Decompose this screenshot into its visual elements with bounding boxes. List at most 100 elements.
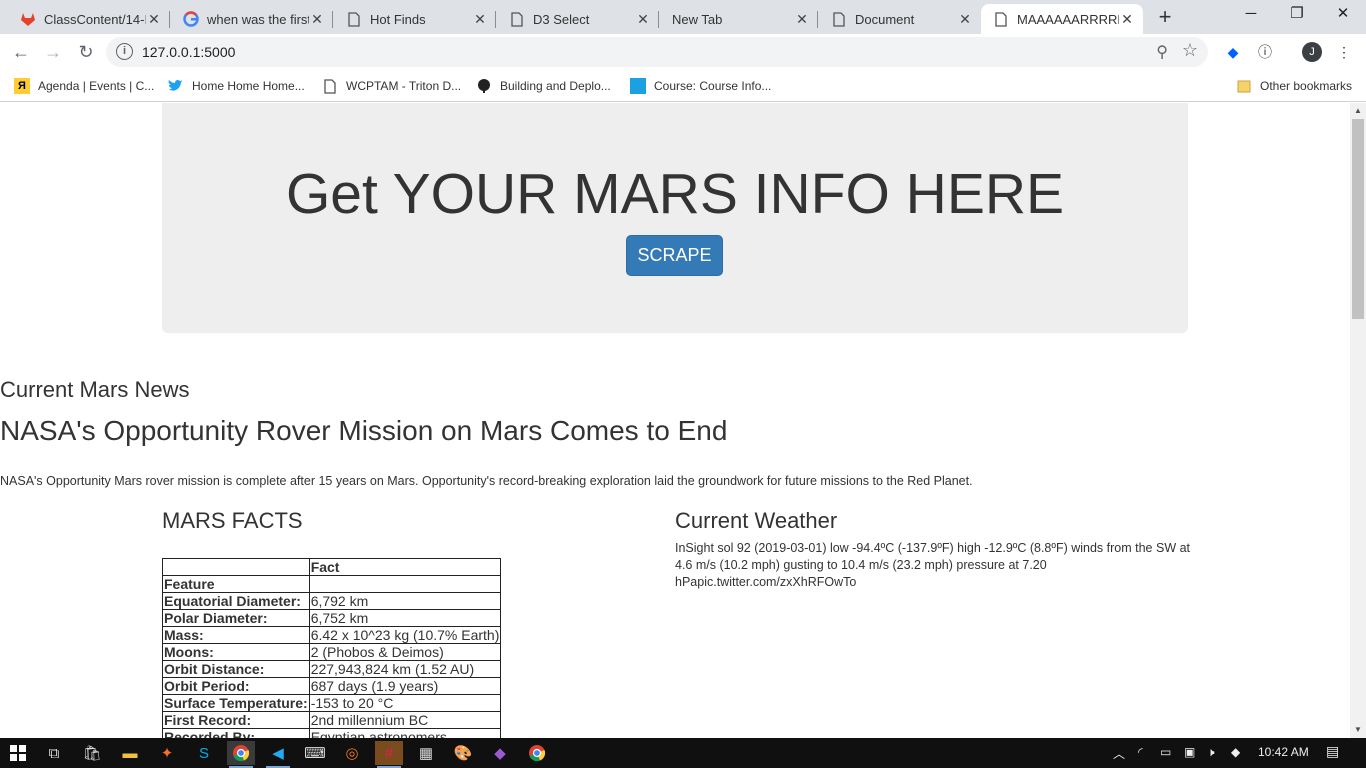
bookmark-label: Agenda | Events | C... bbox=[38, 79, 155, 93]
tab-new-tab[interactable]: New Tab ✕ bbox=[660, 4, 818, 34]
table-row: Polar Diameter: 6,752 km bbox=[162, 609, 502, 627]
window-close-icon[interactable]: ✕ bbox=[1320, 0, 1366, 30]
close-icon[interactable]: ✕ bbox=[309, 11, 325, 28]
gitlab-taskbar-icon[interactable]: ✦ bbox=[153, 741, 181, 765]
forward-icon[interactable]: → bbox=[41, 40, 65, 64]
close-icon[interactable]: ✕ bbox=[1119, 11, 1135, 28]
table-cell: 6,752 km bbox=[308, 609, 502, 627]
brain-icon bbox=[476, 78, 492, 94]
tab-d3-select[interactable]: D3 Select ✕ bbox=[497, 4, 659, 34]
restore-icon[interactable]: ❐ bbox=[1274, 0, 1320, 30]
bookmark-course[interactable]: Course: Course Info... bbox=[630, 76, 771, 96]
tab-document[interactable]: Document ✕ bbox=[819, 4, 981, 34]
site-info-icon[interactable]: i bbox=[116, 43, 133, 60]
page-content: Get YOUR MARS INFO HERE SCRAPE Current M… bbox=[0, 103, 1350, 738]
avatar[interactable]: J bbox=[1302, 42, 1322, 62]
new-tab-button[interactable]: + bbox=[1153, 6, 1177, 30]
back-icon[interactable]: ← bbox=[9, 40, 33, 64]
close-icon[interactable]: ✕ bbox=[635, 11, 651, 28]
gitlab-icon bbox=[20, 11, 36, 27]
jupyter-icon[interactable]: ◎ bbox=[338, 741, 366, 765]
wifi-icon[interactable]: ◜ bbox=[1138, 745, 1143, 759]
scrollbar-thumb[interactable] bbox=[1352, 119, 1364, 319]
tray-chevron-icon[interactable]: ︿ bbox=[1113, 745, 1125, 762]
file-explorer-icon[interactable]: ▬ bbox=[116, 741, 144, 765]
reload-icon[interactable]: ↻ bbox=[74, 40, 98, 64]
vscode-icon[interactable]: ◀ bbox=[264, 741, 292, 768]
extension-icon[interactable]: ⓘ bbox=[1255, 42, 1275, 62]
close-icon[interactable]: ✕ bbox=[472, 11, 488, 28]
terminal-icon[interactable]: ⌨ bbox=[301, 741, 329, 765]
twitter-icon bbox=[168, 78, 184, 94]
minimize-icon[interactable]: ─ bbox=[1228, 0, 1274, 30]
table-header-row: Fact bbox=[162, 558, 502, 576]
tab-label: D3 Select bbox=[533, 11, 590, 27]
page-scrollbar[interactable]: ▲ ▼ bbox=[1350, 103, 1366, 738]
bookmark-label: Other bookmarks bbox=[1260, 79, 1353, 93]
tab-label: when was the first bbox=[207, 11, 309, 27]
tab-mars-active[interactable]: MAAAAAARRRRRRR ✕ bbox=[981, 4, 1143, 34]
weather-text: InSight sol 92 (2019-03-01) low -94.4ºC … bbox=[675, 541, 1191, 589]
table-row: First Record: 2nd millennium BC bbox=[162, 711, 502, 729]
bookmark-star-icon[interactable]: ☆ bbox=[1182, 40, 1198, 61]
table-header-cell bbox=[162, 558, 310, 576]
paint-icon[interactable]: 🎨 bbox=[449, 741, 477, 765]
volume-icon[interactable]: 🕨 bbox=[1207, 745, 1215, 760]
table-row: Mass: 6.42 x 10^23 kg (10.7% Earth) bbox=[162, 626, 502, 644]
close-icon[interactable]: ✕ bbox=[146, 11, 162, 28]
folder-icon bbox=[1236, 78, 1252, 94]
news-paragraph: NASA's Opportunity Mars rover mission is… bbox=[0, 474, 973, 488]
table-cell: Recorded By: bbox=[162, 728, 310, 738]
mars-facts-table: Fact Feature Equatorial Diameter: 6,792 k… bbox=[162, 558, 502, 738]
document-icon bbox=[993, 11, 1009, 27]
dropbox-icon[interactable]: ◆ bbox=[1223, 42, 1243, 62]
skype-icon[interactable]: S bbox=[190, 741, 218, 765]
document-icon bbox=[509, 11, 525, 27]
bookmark-wcptam[interactable]: WCPTAM - Triton D... bbox=[322, 76, 461, 96]
table-row: Orbit Period: 687 days (1.9 years) bbox=[162, 677, 502, 695]
bookmark-label: Course: Course Info... bbox=[654, 79, 772, 93]
store-icon[interactable]: 🛍 bbox=[78, 741, 106, 765]
chrome-icon[interactable] bbox=[227, 741, 255, 768]
close-icon[interactable]: ✕ bbox=[794, 11, 810, 28]
tab-label: ClassContent/14-I bbox=[44, 11, 146, 27]
bookmark-building[interactable]: Building and Deplo... bbox=[476, 76, 611, 96]
bookmark-home[interactable]: Home Home Home... bbox=[168, 76, 305, 96]
calculator-icon[interactable]: ▦ bbox=[412, 741, 440, 765]
table-cell: Polar Diameter: bbox=[162, 609, 310, 627]
task-view-icon[interactable]: ⧉ bbox=[40, 741, 68, 765]
tab-google-search[interactable]: when was the first ✕ bbox=[171, 4, 333, 34]
table-cell: 2nd millennium BC bbox=[308, 711, 502, 729]
document-icon bbox=[831, 11, 847, 27]
dropbox-tray-icon[interactable]: ◆ bbox=[1231, 745, 1240, 759]
chrome-alt-icon[interactable] bbox=[523, 741, 551, 765]
close-icon[interactable]: ✕ bbox=[957, 11, 973, 28]
tab-classcontent[interactable]: ClassContent/14-I ✕ bbox=[8, 4, 170, 34]
url-text[interactable]: 127.0.0.1:5000 bbox=[142, 44, 235, 60]
menu-icon[interactable]: ⋮ bbox=[1334, 42, 1354, 62]
scroll-up-icon[interactable]: ▲ bbox=[1354, 106, 1362, 115]
scrape-button[interactable]: SCRAPE bbox=[626, 235, 723, 276]
windows-start-icon[interactable] bbox=[4, 741, 32, 765]
table-index-row: Feature bbox=[162, 575, 502, 593]
table-cell: Egyptian astronomers bbox=[308, 728, 502, 738]
bookmark-other[interactable]: Other bookmarks bbox=[1236, 76, 1352, 96]
zoom-icon[interactable]: ⚲ bbox=[1156, 42, 1168, 62]
page-title: Get YOUR MARS INFO HERE bbox=[285, 162, 1065, 226]
battery-icon[interactable]: ▭ bbox=[1160, 745, 1171, 759]
clock[interactable]: 10:42 AM bbox=[1258, 745, 1309, 759]
slack-icon[interactable]: # bbox=[375, 741, 403, 768]
table-cell: Surface Temperature: bbox=[162, 694, 310, 712]
network-icon[interactable]: ▣ bbox=[1184, 745, 1195, 759]
news-heading: Current Mars News bbox=[0, 377, 190, 402]
table-cell: Moons: bbox=[162, 643, 310, 661]
action-center-icon[interactable]: ▤ bbox=[1326, 743, 1339, 760]
bookmark-agenda[interactable]: Я Agenda | Events | C... bbox=[14, 76, 154, 96]
tab-hot-finds[interactable]: Hot Finds ✕ bbox=[334, 4, 496, 34]
scroll-down-icon[interactable]: ▼ bbox=[1354, 725, 1362, 734]
tab-label: Hot Finds bbox=[370, 11, 426, 27]
table-row: Orbit Distance: 227,943,824 km (1.52 AU) bbox=[162, 660, 502, 678]
table-cell: Orbit Period: bbox=[162, 677, 310, 695]
address-bar[interactable]: i 127.0.0.1:5000 ⚲ ☆ bbox=[106, 37, 1208, 67]
visual-studio-icon[interactable]: ◆ bbox=[486, 741, 514, 765]
